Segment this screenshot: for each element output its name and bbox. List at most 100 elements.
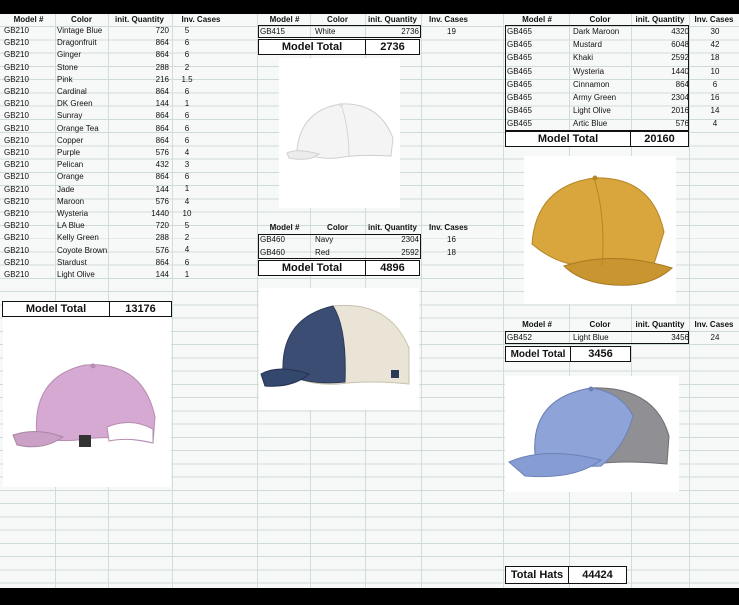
table-row[interactable]: GB210 Pink 216 xyxy=(2,74,173,86)
pink-cap-photo[interactable] xyxy=(3,317,171,487)
table-row[interactable]: GB210 Orange Tea 864 xyxy=(2,123,173,135)
cell-color[interactable]: Wysteria xyxy=(55,208,108,220)
table-row[interactable]: GB210 Stone 288 xyxy=(2,62,173,74)
cell-color[interactable]: Stardust xyxy=(55,257,108,269)
cell-qty[interactable]: 864 xyxy=(108,86,171,98)
cell-color[interactable]: Ginger xyxy=(55,49,108,61)
table-row[interactable]: GB465 Artic Blue 576 xyxy=(505,117,689,130)
cell-qty[interactable]: 144 xyxy=(108,269,171,281)
cell-qty[interactable]: 864 xyxy=(108,37,171,49)
cell-color[interactable]: Mustard xyxy=(571,38,635,51)
cell-qty[interactable]: 864 xyxy=(108,49,171,61)
cell-model[interactable]: GB210 xyxy=(2,74,55,86)
cell-cases[interactable]: 18 xyxy=(424,247,479,260)
cell-color[interactable]: Jade xyxy=(55,184,108,196)
cell-qty[interactable]: 4320 xyxy=(635,25,689,38)
table-row[interactable]: GB210 Orange 864 xyxy=(2,171,173,183)
cell-qty[interactable]: 3456 xyxy=(635,331,689,344)
cell-color[interactable]: Pink xyxy=(55,74,108,86)
cell-color[interactable]: Navy xyxy=(313,234,368,247)
cell-model[interactable]: GB210 xyxy=(2,25,55,37)
cell-model[interactable]: GB210 xyxy=(2,49,55,61)
table-row[interactable]: GB460 Red 2592 xyxy=(258,247,421,260)
table-row[interactable]: GB210 Copper 864 xyxy=(2,135,173,147)
spreadsheet[interactable]: Model # Color init. Quantity GB210 Vintag… xyxy=(0,14,739,588)
cell-color[interactable]: Dark Maroon xyxy=(571,25,635,38)
cell-model[interactable]: GB465 xyxy=(505,104,571,117)
cell-qty[interactable]: 864 xyxy=(108,110,171,122)
cell-color[interactable]: Vintage Blue xyxy=(55,25,108,37)
cell-color[interactable]: Wysteria xyxy=(571,65,635,78)
cell-model[interactable]: GB465 xyxy=(505,38,571,51)
cell-model[interactable]: GB452 xyxy=(505,331,571,344)
table-row[interactable]: GB465 Army Green 2304 xyxy=(505,91,689,104)
table-row[interactable]: GB465 Light Olive 2016 xyxy=(505,104,689,117)
cell-model[interactable]: GB210 xyxy=(2,269,55,281)
cell-qty[interactable]: 216 xyxy=(108,74,171,86)
table-row[interactable]: GB210 Jade 144 xyxy=(2,184,173,196)
table-row[interactable]: GB210 Kelly Green 288 xyxy=(2,232,173,244)
cell-model[interactable]: GB210 xyxy=(2,159,55,171)
cell-cases[interactable]: 30 xyxy=(690,25,739,38)
table-row[interactable]: GB210 Stardust 864 xyxy=(2,257,173,269)
cell-cases[interactable]: 10 xyxy=(690,65,739,78)
table-row[interactable]: GB210 Vintage Blue 720 xyxy=(2,25,173,37)
cell-cases[interactable]: 6 xyxy=(172,86,230,98)
cell-model[interactable]: GB210 xyxy=(2,184,55,196)
cell-model[interactable]: GB210 xyxy=(2,123,55,135)
cell-qty[interactable]: 432 xyxy=(108,159,171,171)
cell-color[interactable]: LA Blue xyxy=(55,220,108,232)
cell-cases[interactable]: 16 xyxy=(424,234,479,247)
cell-cases[interactable]: 42 xyxy=(690,38,739,51)
table-row[interactable]: GB210 DK Green 144 xyxy=(2,98,173,110)
cell-model[interactable]: GB465 xyxy=(505,25,571,38)
cell-color[interactable]: White xyxy=(313,25,368,38)
cell-model[interactable]: GB210 xyxy=(2,171,55,183)
cell-cases[interactable]: 1 xyxy=(172,183,230,195)
cell-cases[interactable]: 6 xyxy=(172,171,230,183)
table-row[interactable]: GB210 Maroon 576 xyxy=(2,196,173,208)
cell-cases[interactable]: 10 xyxy=(172,208,230,220)
cell-color[interactable]: Cinnamon xyxy=(571,78,635,91)
cell-color[interactable]: Dragonfruit xyxy=(55,37,108,49)
cell-qty[interactable]: 2592 xyxy=(368,247,419,260)
cell-cases[interactable]: 14 xyxy=(690,104,739,117)
cell-qty[interactable]: 6048 xyxy=(635,38,689,51)
cell-qty[interactable]: 864 xyxy=(108,257,171,269)
cell-color[interactable]: Army Green xyxy=(571,91,635,104)
cell-model[interactable]: GB465 xyxy=(505,51,571,64)
cell-qty[interactable]: 2304 xyxy=(368,234,419,247)
cell-color[interactable]: Coyote Brown xyxy=(55,245,108,257)
cell-model[interactable]: GB210 xyxy=(2,196,55,208)
cell-cases[interactable]: 18 xyxy=(690,51,739,64)
cell-color[interactable]: Orange Tea xyxy=(55,123,108,135)
table-row[interactable]: GB465 Khaki 2592 xyxy=(505,51,689,64)
cell-qty[interactable]: 864 xyxy=(635,78,689,91)
cell-cases[interactable]: 19 xyxy=(424,25,479,38)
table-row[interactable]: GB465 Wysteria 1440 xyxy=(505,65,689,78)
table-row[interactable]: GB210 Cardinal 864 xyxy=(2,86,173,98)
cell-color[interactable]: Artic Blue xyxy=(571,117,635,130)
cell-model[interactable]: GB460 xyxy=(258,234,313,247)
cell-cases[interactable]: 4 xyxy=(690,117,739,130)
cell-color[interactable]: Red xyxy=(313,247,368,260)
cell-qty[interactable]: 576 xyxy=(108,245,171,257)
cell-model[interactable]: GB210 xyxy=(2,257,55,269)
cell-model[interactable]: GB465 xyxy=(505,117,571,130)
cell-color[interactable]: Purple xyxy=(55,147,108,159)
cell-cases[interactable]: 1 xyxy=(172,269,230,281)
cell-qty[interactable]: 2304 xyxy=(635,91,689,104)
cell-qty[interactable]: 720 xyxy=(108,220,171,232)
cell-model[interactable]: GB415 xyxy=(258,25,313,38)
cell-color[interactable]: Light Olive xyxy=(55,269,108,281)
light-blue-trucker-cap-photo[interactable] xyxy=(505,376,679,492)
cell-color[interactable]: Sunray xyxy=(55,110,108,122)
table-row[interactable]: GB465 Mustard 6048 xyxy=(505,38,689,51)
white-cap-photo[interactable] xyxy=(279,58,400,208)
cell-qty[interactable]: 576 xyxy=(108,196,171,208)
cell-cases[interactable]: 4 xyxy=(172,244,230,256)
cell-cases[interactable]: 6 xyxy=(172,110,230,122)
cell-qty[interactable]: 2592 xyxy=(635,51,689,64)
cell-cases[interactable]: 3 xyxy=(172,159,230,171)
table-row[interactable]: GB210 Pelican 432 xyxy=(2,159,173,171)
